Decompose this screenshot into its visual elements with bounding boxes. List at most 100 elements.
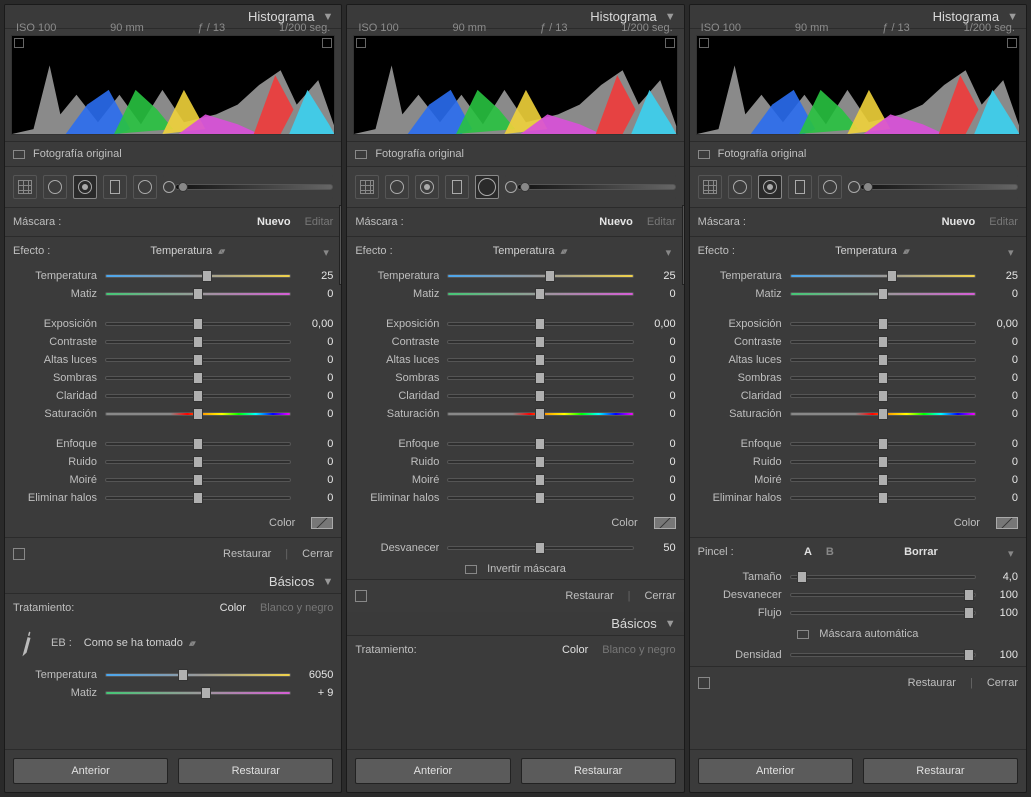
restore-button[interactable]: Restaurar (178, 758, 333, 784)
slider-eliminar-halos[interactable]: Eliminar halos0 (355, 489, 675, 507)
tool-grid[interactable] (355, 175, 379, 199)
slider-value[interactable]: 0 (984, 456, 1018, 468)
tool-brush-circle[interactable] (818, 175, 842, 199)
restore-link[interactable]: Restaurar (908, 677, 956, 689)
slider-value[interactable]: 0,00 (299, 318, 333, 330)
restore-link[interactable]: Restaurar (565, 590, 613, 602)
wb-dropdown[interactable]: Como se ha tomado ▴▾ (84, 637, 194, 649)
close-link[interactable]: Cerrar (644, 590, 675, 602)
invert-checkbox[interactable] (465, 565, 477, 574)
slider-value[interactable]: 0 (984, 372, 1018, 384)
color-swatch[interactable] (654, 517, 676, 529)
tool-circle[interactable] (728, 175, 752, 199)
slider-eliminar-halos[interactable]: Eliminar halos0 (13, 489, 333, 507)
basics-header[interactable]: Básicos ▼ (347, 612, 683, 636)
slider-value[interactable]: 0 (299, 474, 333, 486)
restore-button[interactable]: Restaurar (521, 758, 676, 784)
slider-value[interactable]: 25 (642, 270, 676, 282)
tool-brush-circle[interactable] (133, 175, 157, 199)
close-link[interactable]: Cerrar (987, 677, 1018, 689)
tool-size-slider[interactable] (505, 175, 675, 199)
slider-value[interactable]: 25 (984, 270, 1018, 282)
slider-desvanecer[interactable]: Desvanecer100 (698, 586, 1018, 604)
slider-value[interactable]: 0 (984, 438, 1018, 450)
eyedropper-icon[interactable] (8, 625, 44, 661)
slider-matiz[interactable]: Matiz0 (13, 285, 333, 303)
slider-value[interactable]: 0 (299, 456, 333, 468)
slider-exposición[interactable]: Exposición0,00 (355, 315, 675, 333)
brush-erase[interactable]: Borrar (904, 546, 938, 558)
slider-ruido[interactable]: Ruido0 (13, 453, 333, 471)
panel-toggle[interactable] (355, 590, 367, 602)
treatment-color[interactable]: Color (562, 644, 588, 656)
slider-value[interactable]: 100 (984, 607, 1018, 619)
tool-radial[interactable] (73, 175, 97, 199)
slider-temperatura[interactable]: Temperatura25 (13, 267, 333, 285)
slider-moiré[interactable]: Moiré0 (13, 471, 333, 489)
effect-dropdown[interactable]: Temperatura ▴▾ (835, 245, 908, 257)
slider-value[interactable]: 0 (642, 288, 676, 300)
mask-edit[interactable]: Editar (989, 216, 1018, 228)
restore-button[interactable]: Restaurar (863, 758, 1018, 784)
mask-new[interactable]: Nuevo (942, 216, 976, 228)
slider-value[interactable]: 0 (299, 390, 333, 402)
slider-value[interactable]: 0 (299, 354, 333, 366)
treatment-bw[interactable]: Blanco y negro (260, 602, 333, 614)
collapse-icon[interactable]: ▼ (665, 618, 676, 630)
slider-basics-temp[interactable]: Temperatura 6050 (13, 666, 333, 684)
slider-value[interactable]: 50 (642, 542, 676, 554)
slider-value[interactable]: 0 (984, 336, 1018, 348)
slider-value[interactable]: 100 (984, 649, 1018, 661)
slider-sombras[interactable]: Sombras0 (13, 369, 333, 387)
toggle-icon[interactable]: ▾ (666, 246, 676, 256)
slider-sombras[interactable]: Sombras0 (698, 369, 1018, 387)
toggle-icon[interactable]: ▾ (1008, 246, 1018, 256)
collapse-icon[interactable]: ▼ (322, 576, 333, 588)
slider-saturación[interactable]: Saturación0 (698, 405, 1018, 423)
slider-exposición[interactable]: Exposición0,00 (698, 315, 1018, 333)
color-swatch[interactable] (996, 517, 1018, 529)
slider-saturación[interactable]: Saturación0 (13, 405, 333, 423)
slider-value[interactable]: 0 (642, 492, 676, 504)
effect-dropdown[interactable]: Temperatura ▴▾ (150, 245, 223, 257)
slider-value[interactable]: 100 (984, 589, 1018, 601)
tool-size-slider[interactable] (848, 175, 1018, 199)
slider-contraste[interactable]: Contraste0 (698, 333, 1018, 351)
slider-matiz[interactable]: Matiz0 (355, 285, 675, 303)
slider-value[interactable]: 6050 (299, 669, 333, 681)
effect-dropdown[interactable]: Temperatura ▴▾ (493, 245, 566, 257)
slider-eliminar-halos[interactable]: Eliminar halos0 (698, 489, 1018, 507)
brush-A[interactable]: A (804, 546, 812, 558)
slider-value[interactable]: 0 (642, 336, 676, 348)
slider-value[interactable]: 0 (299, 288, 333, 300)
slider-temperatura[interactable]: Temperatura25 (698, 267, 1018, 285)
slider-value[interactable]: 0,00 (642, 318, 676, 330)
tool-rect[interactable] (103, 175, 127, 199)
slider-value[interactable]: 0 (642, 390, 676, 402)
slider-enfoque[interactable]: Enfoque0 (13, 435, 333, 453)
slider-altas-luces[interactable]: Altas luces0 (698, 351, 1018, 369)
resize-handle[interactable] (682, 205, 685, 285)
slider-value[interactable]: 0 (299, 336, 333, 348)
slider-value[interactable]: 25 (299, 270, 333, 282)
slider-value[interactable]: 0 (642, 456, 676, 468)
slider-temperatura[interactable]: Temperatura25 (355, 267, 675, 285)
tool-radial[interactable] (758, 175, 782, 199)
slider-value[interactable]: 0 (642, 372, 676, 384)
mask-edit[interactable]: Editar (305, 216, 334, 228)
treatment-bw[interactable]: Blanco y negro (602, 644, 675, 656)
slider-ruido[interactable]: Ruido0 (355, 453, 675, 471)
panel-toggle[interactable] (698, 677, 710, 689)
slider-value[interactable]: 0 (984, 390, 1018, 402)
brush-B[interactable]: B (826, 546, 834, 558)
tool-rect[interactable] (788, 175, 812, 199)
basics-header[interactable]: Básicos ▼ (5, 570, 341, 594)
slider-value[interactable]: 0 (299, 492, 333, 504)
slider-enfoque[interactable]: Enfoque0 (698, 435, 1018, 453)
slider-feather[interactable]: Desvanecer 50 (355, 539, 675, 557)
slider-value[interactable]: 0 (642, 354, 676, 366)
restore-link[interactable]: Restaurar (223, 548, 271, 560)
slider-ruido[interactable]: Ruido0 (698, 453, 1018, 471)
tool-rect[interactable] (445, 175, 469, 199)
toggle-icon[interactable]: ▾ (323, 246, 333, 256)
